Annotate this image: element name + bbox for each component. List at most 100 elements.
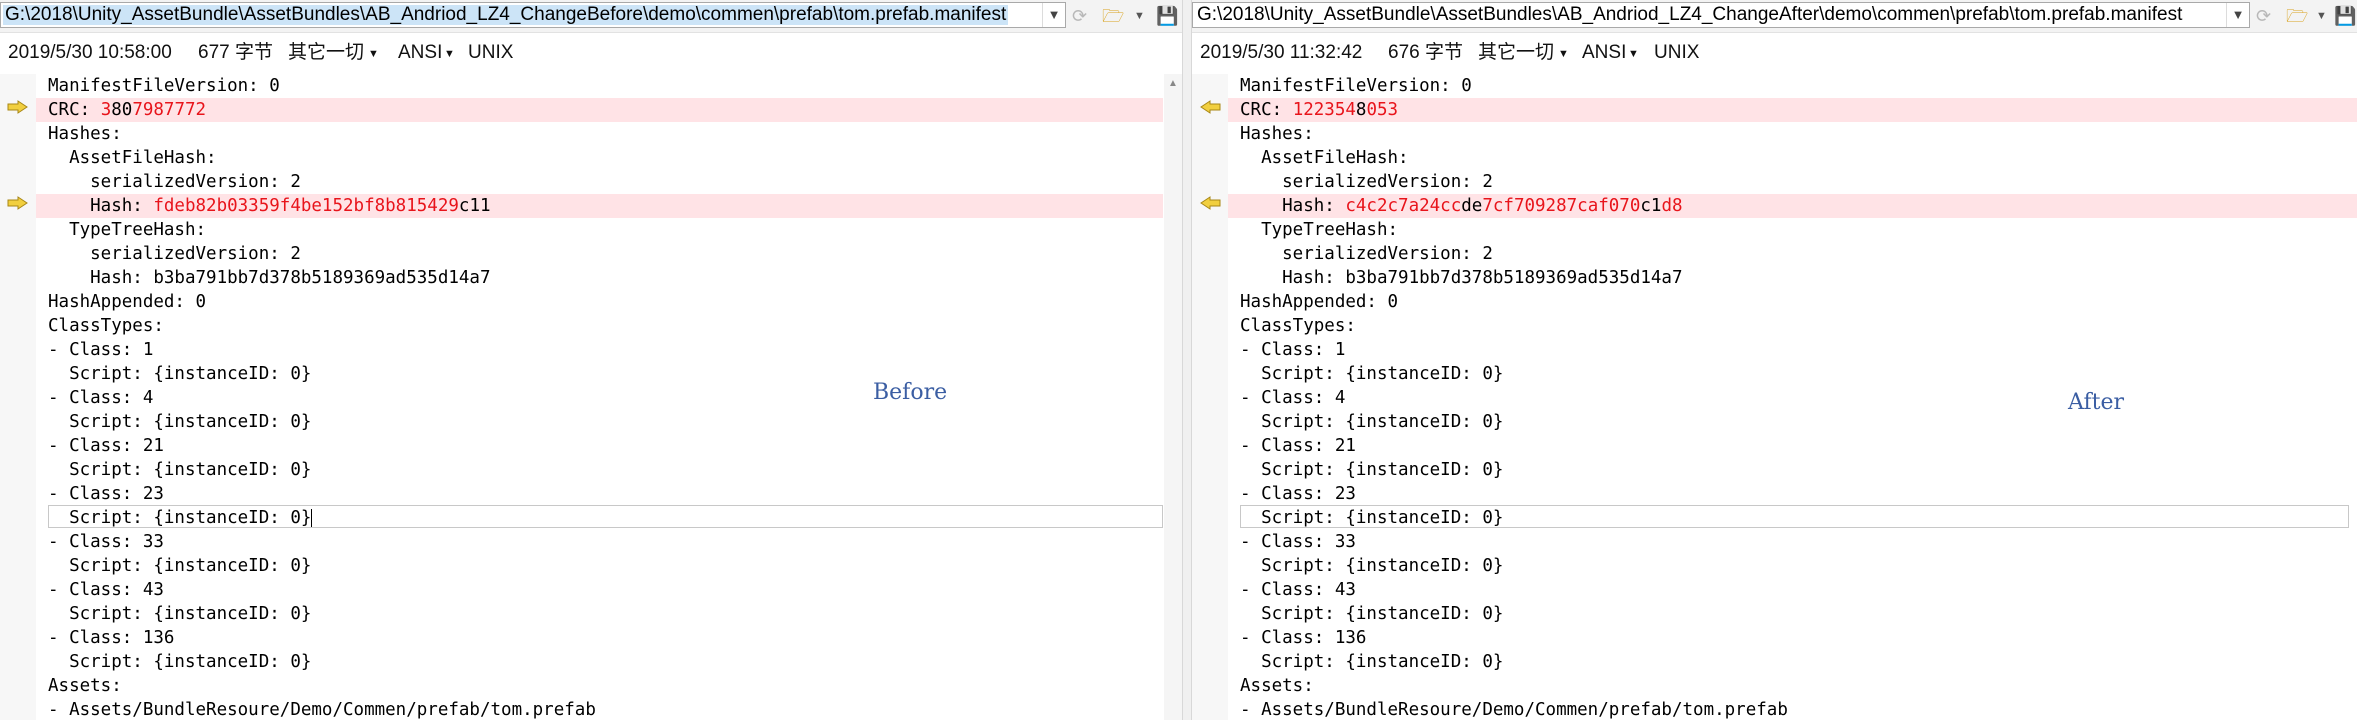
code-line: TypeTreeHash: [48, 220, 207, 240]
code-line: ManifestFileVersion: 0 [48, 76, 280, 96]
save-icon[interactable]: 💾 [1156, 4, 1178, 28]
code-line: Script: {instanceID: 0} [48, 652, 312, 672]
right-filter-dropdown[interactable]: 其它一切 [1478, 38, 1554, 68]
code-line: Script: {instanceID: 0} [1240, 556, 1504, 576]
right-file-path[interactable]: G:\2018\Unity_AssetBundle\AssetBundles\A… [1195, 5, 2184, 25]
code-line: ClassTypes: [48, 316, 164, 336]
right-file-size: 676 字节 [1388, 42, 1463, 63]
chevron-down-icon[interactable]: ▼ [444, 39, 455, 69]
right-line-ending[interactable]: UNIX [1654, 38, 1699, 68]
code-line: Script: {instanceID: 0} [48, 412, 312, 432]
left-file-path[interactable]: G:\2018\Unity_AssetBundle\AssetBundles\A… [3, 5, 1009, 25]
code-line: - Class: 136 [48, 628, 175, 648]
code-line: - Assets/BundleResoure/Demo/Commen/prefa… [1240, 700, 1788, 720]
diff-arrow-right-icon [7, 196, 28, 210]
right-encoding[interactable]: ANSI [1582, 38, 1626, 68]
left-path-toolbar: G:\2018\Unity_AssetBundle\AssetBundles\A… [0, 0, 1191, 33]
code-line: Script: {instanceID: 0} [48, 364, 312, 384]
code-line: - Class: 1 [48, 340, 154, 360]
code-line: Script: {instanceID: 0} [48, 556, 312, 576]
left-filter-dropdown[interactable]: 其它一切 [288, 38, 364, 68]
left-line-ending[interactable]: UNIX [468, 38, 513, 68]
code-line: HashAppended: 0 [48, 292, 207, 312]
code-line-crc: CRC: 1223548053 [1240, 100, 1399, 120]
code-line: Script: {instanceID: 0} [48, 604, 312, 624]
left-vertical-scrollbar[interactable]: ▲ [1164, 74, 1182, 720]
code-line-crc: CRC: 3807987772 [48, 100, 207, 120]
right-gutter [1192, 74, 1228, 720]
left-file-path-combo[interactable]: G:\2018\Unity_AssetBundle\AssetBundles\A… [0, 2, 1066, 28]
code-line: Script: {instanceID: 0} [1240, 508, 1504, 528]
code-line: HashAppended: 0 [1240, 292, 1399, 312]
chevron-down-icon[interactable]: ▼ [368, 39, 379, 69]
chevron-down-icon[interactable]: ▼ [1558, 39, 1569, 69]
left-file-info: 2019/5/30 10:58:00 677 字节 其它一切 ▼ ANSI ▼ … [0, 38, 1191, 68]
code-line: Script: {instanceID: 0} [1240, 652, 1504, 672]
refresh-icon[interactable]: ⟳ [1072, 4, 1087, 28]
chevron-down-icon[interactable]: ▼ [2226, 3, 2249, 27]
code-line: Hashes: [48, 124, 122, 144]
code-line: - Class: 33 [48, 532, 164, 552]
code-line: - Class: 136 [1240, 628, 1367, 648]
chevron-down-icon[interactable]: ▼ [1628, 39, 1639, 69]
code-line-current: Script: {instanceID: 0} [48, 508, 313, 528]
left-pane: G:\2018\Unity_AssetBundle\AssetBundles\A… [0, 0, 1191, 720]
code-line: - Class: 4 [48, 388, 154, 408]
code-line: Assets: [1240, 676, 1314, 696]
code-line: - Class: 4 [1240, 388, 1346, 408]
code-line: Script: {instanceID: 0} [1240, 364, 1504, 384]
code-line: AssetFileHash: [48, 148, 217, 168]
code-line: - Class: 33 [1240, 532, 1356, 552]
right-file-path-combo[interactable]: G:\2018\Unity_AssetBundle\AssetBundles\A… [1192, 2, 2250, 28]
code-line: Hash: b3ba791bb7d378b5189369ad535d14a7 [1240, 268, 1683, 288]
right-file-date: 2019/5/30 11:32:42 [1200, 42, 1363, 63]
save-icon[interactable]: 💾 [2334, 4, 2356, 28]
code-line: - Assets/BundleResoure/Demo/Commen/prefa… [48, 700, 596, 720]
folder-open-icon[interactable]: 🗁 [1102, 4, 1124, 28]
chevron-down-icon[interactable]: ▼ [2316, 4, 2327, 28]
code-line: - Class: 1 [1240, 340, 1346, 360]
scroll-up-icon[interactable]: ▲ [1164, 78, 1182, 89]
diff-arrow-left-icon [1200, 196, 1221, 210]
diff-arrow-right-icon [7, 100, 28, 114]
code-line: - Class: 23 [48, 484, 164, 504]
code-line: Assets: [48, 676, 122, 696]
chevron-down-icon[interactable]: ▼ [1134, 4, 1145, 28]
refresh-icon[interactable]: ⟳ [2256, 4, 2271, 28]
pane-divider[interactable] [1182, 0, 1192, 720]
left-file-date: 2019/5/30 10:58:00 [8, 42, 172, 63]
left-gutter [0, 74, 36, 720]
right-pane: G:\2018\Unity_AssetBundle\AssetBundles\A… [1192, 0, 2357, 720]
code-line-hash: Hash: c4c2c7a24ccde7cf709287caf070c1d8 [1240, 196, 1683, 216]
code-line: Script: {instanceID: 0} [1240, 460, 1504, 480]
code-line: Hash: b3ba791bb7d378b5189369ad535d14a7 [48, 268, 491, 288]
right-path-toolbar: G:\2018\Unity_AssetBundle\AssetBundles\A… [1192, 0, 2357, 33]
code-line: serializedVersion: 2 [48, 244, 301, 264]
code-line: TypeTreeHash: [1240, 220, 1399, 240]
before-label: Before [873, 380, 948, 405]
code-line: Script: {instanceID: 0} [48, 460, 312, 480]
folder-open-icon[interactable]: 🗁 [2286, 4, 2308, 28]
right-file-info: 2019/5/30 11:32:42 676 字节 其它一切 ▼ ANSI ▼ … [1192, 38, 2357, 68]
code-line: - Class: 21 [48, 436, 164, 456]
code-line: AssetFileHash: [1240, 148, 1409, 168]
diff-arrow-left-icon [1200, 100, 1221, 114]
code-line: - Class: 21 [1240, 436, 1356, 456]
left-encoding[interactable]: ANSI [398, 38, 442, 68]
code-line-hash: Hash: fdeb82b03359f4be152bf8b815429c11 [48, 196, 491, 216]
code-line: Hashes: [1240, 124, 1314, 144]
after-label: After [2068, 390, 2125, 415]
code-line: Script: {instanceID: 0} [1240, 412, 1504, 432]
code-line: - Class: 43 [48, 580, 164, 600]
left-file-size: 677 字节 [198, 42, 273, 63]
code-line: ManifestFileVersion: 0 [1240, 76, 1472, 96]
code-line: serializedVersion: 2 [48, 172, 301, 192]
chevron-down-icon[interactable]: ▼ [1042, 3, 1065, 27]
code-line: Script: {instanceID: 0} [1240, 604, 1504, 624]
text-caret [311, 509, 313, 527]
code-line: - Class: 23 [1240, 484, 1356, 504]
code-line: serializedVersion: 2 [1240, 172, 1493, 192]
code-line: ClassTypes: [1240, 316, 1356, 336]
code-line: - Class: 43 [1240, 580, 1356, 600]
code-line: serializedVersion: 2 [1240, 244, 1493, 264]
